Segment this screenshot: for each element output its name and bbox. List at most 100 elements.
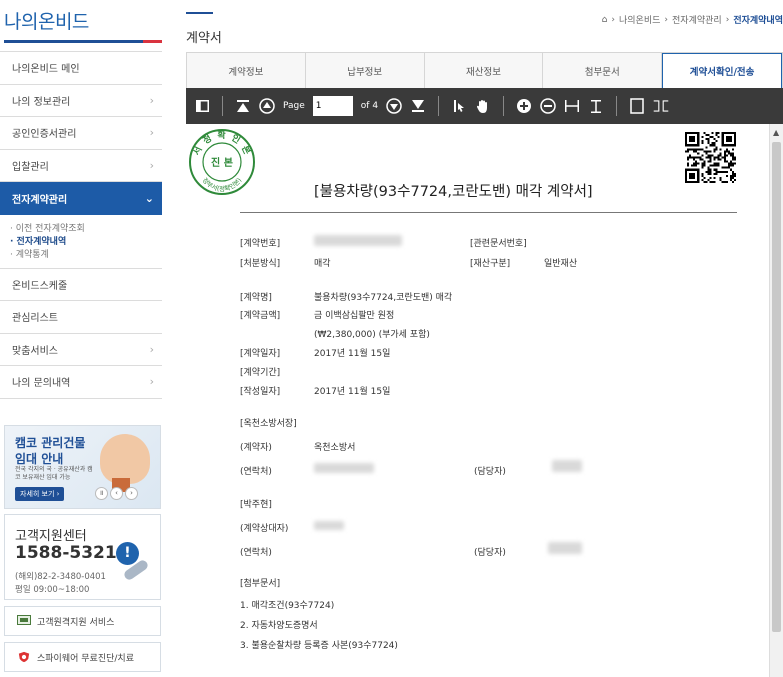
chevron-right-icon: › [149,342,154,356]
toolbar-separator [616,96,618,116]
sidebar-item-profile[interactable]: 나의 정보관리 › [0,85,162,117]
submenu-item-previous-contracts[interactable]: · 이전 전자계약조회 [10,223,162,236]
sidebar-menu-secondary: 온비드스케줄 관심리스트 맞춤서비스 › 나의 문의내역 › [0,269,162,399]
contract-amount-label: [계약금액] [240,311,281,321]
breadcrumb-separator: › [725,14,730,25]
tab-contract-confirm[interactable]: 계약서확인/전송 [662,53,782,88]
remote-support-button[interactable]: 고객원격지원 서비스 [4,606,161,636]
chevron-right-icon: › [149,93,154,107]
redacted-party2-manager [548,542,582,554]
sidebar-item-main[interactable]: 나의온비드 메인 [0,52,162,85]
remote-screen-icon [17,615,31,625]
support-details: (해외)82-2-3480-0401 평일 09:00~18:00 [15,571,106,597]
contract-date-label: [계약일자] [240,349,281,359]
sidebar-item-watchlist[interactable]: 관심리스트 [0,301,162,334]
sidebar: 나의온비드 나의온비드 메인 나의 정보관리 › 공인인증서관리 › 입찰관리 › 전… [0,0,162,677]
breadcrumb-e-contract[interactable]: 전자계약관리 [672,13,722,26]
banner-subtitle: 임대 안내 [15,452,64,466]
attachment-item: 2. 자동차양도증명서 [240,621,318,631]
sidebar-item-label: 온비드스케줄 [12,280,68,292]
submenu-item-contract-stats[interactable]: · 계약통계 [10,249,162,262]
next-page-icon[interactable] [386,98,402,114]
title-accent-line [186,12,213,14]
tab-payment-info[interactable]: 납부정보 [306,53,425,88]
related-doc-label: [관련문서번호] [470,239,527,249]
home-icon[interactable]: ⌂ [602,15,608,25]
page-number-input[interactable] [312,96,353,116]
seal-center-text: 진 본 [211,156,233,169]
redacted-party2-name [314,521,344,530]
spyware-check-label: 스파이웨어 무료진단/치료 [37,653,134,664]
sidebar-item-inquiries[interactable]: 나의 문의내역 › [0,366,162,399]
sidebar-item-schedule[interactable]: 온비드스케줄 [0,269,162,301]
sidebar-item-label: 맞춤서비스 [12,345,58,357]
breadcrumb-separator: › [664,14,669,25]
banner-controls: ॥ ‹ › [95,487,138,500]
sidebar-item-label: 전자계약관리 [12,194,68,206]
spyware-check-button[interactable]: 스파이웨어 무료진단/치료 [4,642,161,672]
support-title: 고객지원센터 [15,529,87,544]
breadcrumb-current: 전자계약내역 [733,16,783,26]
party1-header: [옥천소방서장] [240,419,297,429]
next-slide-icon[interactable]: › [125,487,138,500]
sidebar-toggle-icon[interactable] [194,98,210,114]
support-phone: 1588-5321 [15,543,117,563]
contract-name-value: 불용차량(93수7724,코란도밴) 매각 [314,293,453,303]
fit-height-icon[interactable] [588,98,604,114]
shield-icon [18,651,30,663]
sidebar-submenu: · 이전 전자계약조회 · 전자계약내역 · 계약통계 [0,215,162,269]
attachment-item: 1. 매각조건(93수7724) [240,601,335,611]
sidebar-item-bidding[interactable]: 입찰관리 › [0,150,162,182]
fit-width-icon[interactable] [564,98,580,114]
last-page-icon[interactable] [410,98,426,114]
hand-tool-icon[interactable] [475,98,491,114]
sidebar-item-certificate[interactable]: 공인인증서관리 › [0,117,162,150]
document-scrollbar[interactable]: ▲ [769,124,783,677]
lease-banner[interactable]: 캠코 관리건물 임대 안내 전국 각지의 국 · 공유재산과 캠코 보유재산 임… [4,425,161,509]
tab-contract-info[interactable]: 계약정보 [187,53,306,88]
party1-contact-label: (연락처) [240,467,272,477]
two-page-icon[interactable] [653,98,669,114]
single-page-icon[interactable] [629,98,645,114]
sidebar-item-label: 관심리스트 [12,313,58,325]
prev-page-icon[interactable] [259,98,275,114]
first-page-icon[interactable] [235,98,251,114]
sidebar-logo[interactable]: 나의온비드 [0,0,162,40]
disposal-method-label: [처분방식] [240,259,281,269]
page-title: 계약서 [186,31,222,46]
attachments-header: [첨부문서] [240,579,281,589]
sidebar-item-custom-service[interactable]: 맞춤서비스 › [0,334,162,366]
scrollbar-thumb[interactable] [772,142,781,632]
asset-type-value: 일반재산 [544,259,578,269]
authentication-seal: 서 정 확 인 본 진 본 정부서(정확인본) [189,129,255,195]
page-count-label: of 4 [360,101,379,111]
text-select-icon[interactable] [451,98,467,114]
qr-code-icon [685,132,736,183]
attachment-item: 3. 불용순찰차량 등록증 사본(93수7724) [240,641,398,651]
pause-icon[interactable]: ॥ [95,487,108,500]
prev-slide-icon[interactable]: ‹ [110,487,123,500]
submenu-item-contract-history[interactable]: · 전자계약내역 [10,236,162,249]
party1-contractor-value: 옥천소방서 [314,443,356,453]
support-overseas: (해외)82-2-3480-0401 [15,572,106,582]
zoom-in-icon[interactable] [516,98,532,114]
tab-attachments[interactable]: 첨부문서 [543,53,663,88]
banner-detail-button[interactable]: 자세히 보기 › [15,487,65,501]
written-date-label: [작성일자] [240,387,281,397]
main-content: 계약서 ⌂ › 나의온비드 › 전자계약관리 › 전자계약내역 계약정보 납부정… [186,0,783,677]
contract-name-label: [계약명] [240,293,272,303]
breadcrumb-my-onbid[interactable]: 나의온비드 [619,13,660,26]
tab-asset-info[interactable]: 재산정보 [425,53,544,88]
scroll-up-icon[interactable]: ▲ [773,128,779,137]
contract-document: 서 정 확 인 본 진 본 정부서(정확인본) [불용차량(93수7724,코란… [186,124,769,677]
sidebar-item-e-contract[interactable]: 전자계약관리 ⌄ [0,182,162,215]
asset-type-label: [재산구분] [470,259,511,269]
toolbar-separator [438,96,440,116]
sidebar-menu: 나의온비드 메인 나의 정보관리 › 공인인증서관리 › 입찰관리 › 전자계약관리 ⌄ [0,51,162,215]
page-label: Page [283,101,305,111]
contract-period-label: [계약기간] [240,368,281,378]
party2-manager-label: (담당자) [474,548,506,558]
sidebar-item-label: 나의온비드 메인 [12,64,80,76]
zoom-out-icon[interactable] [540,98,556,114]
party2-header: [박주현] [240,500,272,510]
